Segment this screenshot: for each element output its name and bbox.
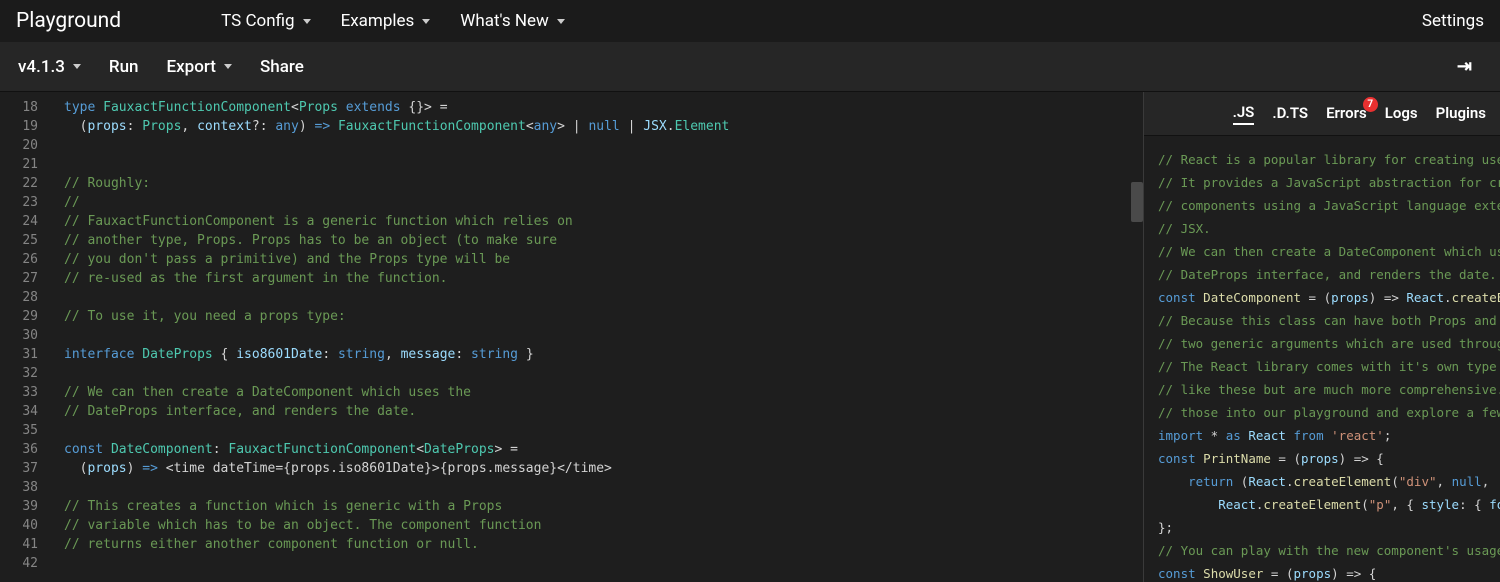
output-panel: .JS .D.TS Errors 7 Logs Plugins // React… [1143,92,1500,582]
tab-plugins-label: Plugins [1436,104,1486,122]
chevron-down-icon [557,19,565,24]
line-gutter: 1819202122232425262728293031323334353637… [0,92,52,582]
code-editor[interactable]: 1819202122232425262728293031323334353637… [0,92,1143,582]
output-tabs: .JS .D.TS Errors 7 Logs Plugins [1144,92,1500,136]
run-button[interactable]: Run [109,57,139,77]
share-label: Share [260,57,304,77]
version-dropdown[interactable]: v4.1.3 [18,57,81,77]
vertical-scrollbar[interactable] [1131,182,1143,222]
menu-whats-new[interactable]: What's New [460,11,564,31]
arrow-right-icon: ⇥ [1457,56,1472,77]
tab-logs[interactable]: Logs [1385,104,1418,124]
chevron-down-icon [422,19,430,24]
chevron-down-icon [73,64,81,69]
menu-ts-config[interactable]: TS Config [221,11,310,31]
menu-ts-config-label: TS Config [221,11,294,31]
app-title: Playground [16,9,121,33]
menu-examples[interactable]: Examples [341,11,431,31]
output-content[interactable]: // React is a popular library for creati… [1144,136,1500,582]
chevron-down-icon [224,64,232,69]
tab-dts[interactable]: .D.TS [1272,104,1308,124]
tab-js[interactable]: .JS [1233,103,1255,125]
toolbar: v4.1.3 Run Export Share ⇥ [0,42,1500,92]
right-arrow-button[interactable]: ⇥ [1457,56,1472,77]
share-button[interactable]: Share [260,57,304,77]
menu-settings-label: Settings [1422,11,1484,31]
run-label: Run [109,57,139,77]
tab-js-label: .JS [1233,103,1255,121]
top-nav: Playground TS Config Examples What's New… [0,0,1500,42]
tab-errors-label: Errors [1326,104,1367,122]
export-label: Export [167,57,216,77]
menu-whats-new-label: What's New [460,11,548,31]
tab-dts-label: .D.TS [1272,104,1308,122]
menu-examples-label: Examples [341,11,415,31]
error-count-badge: 7 [1363,97,1378,112]
tab-logs-label: Logs [1385,104,1418,122]
tab-errors[interactable]: Errors 7 [1326,104,1367,124]
chevron-down-icon [303,19,311,24]
export-dropdown[interactable]: Export [167,57,232,77]
menu-settings[interactable]: Settings [1422,11,1484,31]
tab-plugins[interactable]: Plugins [1436,104,1486,124]
main-area: 1819202122232425262728293031323334353637… [0,92,1500,582]
code-content[interactable]: type FauxactFunctionComponent<Props exte… [52,92,1143,582]
version-label: v4.1.3 [18,57,65,77]
